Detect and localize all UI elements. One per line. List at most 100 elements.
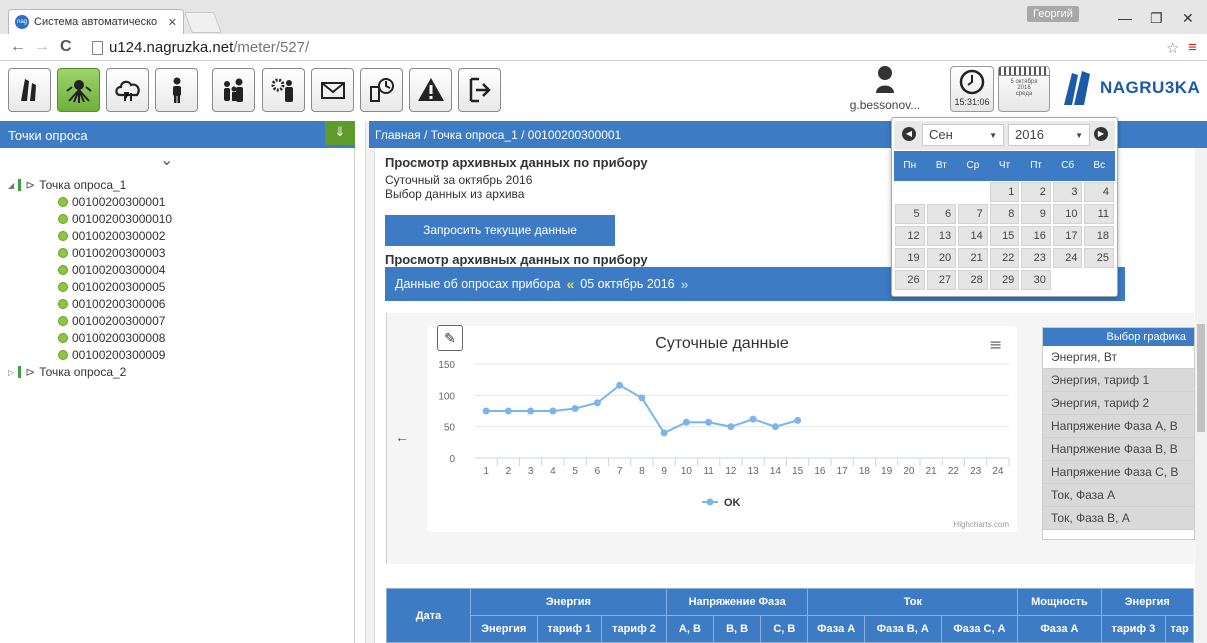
- tree-node-group[interactable]: ◢ ⊳ Точка опроса_1: [8, 178, 126, 192]
- col-voltage[interactable]: Напряжение Фаза: [665, 588, 809, 616]
- day-cell[interactable]: 3: [1052, 182, 1083, 202]
- tree-leaf-meter[interactable]: 00100200300006: [58, 297, 165, 311]
- day-cell[interactable]: 5: [895, 204, 925, 224]
- day-cell[interactable]: 12: [895, 226, 925, 246]
- settings-people-icon[interactable]: [262, 68, 305, 112]
- day-cell[interactable]: 13: [926, 226, 957, 246]
- url-field[interactable]: u124.nagruzka.net/meter/527/: [92, 37, 1172, 58]
- day-cell[interactable]: 29: [989, 270, 1020, 290]
- next-date-icon[interactable]: »: [681, 276, 689, 292]
- day-cell[interactable]: 26: [895, 270, 925, 290]
- chart-menu-icon[interactable]: ≡: [989, 335, 1002, 354]
- collapse-chevron-icon[interactable]: ⌄: [160, 150, 173, 170]
- graph-option[interactable]: Напряжение Фаза А, В: [1043, 415, 1194, 438]
- col-energy-2[interactable]: Энергия: [1100, 588, 1195, 616]
- graph-option[interactable]: Напряжение Фаза В, В: [1043, 438, 1194, 461]
- tree-leaf-meter[interactable]: 00100200300002: [58, 229, 165, 243]
- day-cell[interactable]: 19: [895, 248, 925, 268]
- day-cell[interactable]: 28: [958, 270, 988, 290]
- calendar-button[interactable]: 5 октября 2016 среда: [998, 66, 1050, 112]
- day-cell[interactable]: 17: [1052, 226, 1083, 246]
- col-date[interactable]: Дата: [386, 588, 471, 643]
- day-cell[interactable]: 22: [989, 248, 1020, 268]
- graph-option[interactable]: Энергия, тариф 1: [1043, 369, 1194, 392]
- restore-icon[interactable]: ❐: [1150, 10, 1163, 27]
- forward-icon[interactable]: →: [34, 38, 50, 56]
- day-cell[interactable]: 4: [1084, 182, 1115, 202]
- day-cell[interactable]: 2: [1021, 182, 1051, 202]
- day-cell[interactable]: 30: [1021, 270, 1051, 290]
- subcolumn-header[interactable]: А, В: [665, 615, 715, 643]
- people-icon[interactable]: [212, 68, 255, 112]
- day-cell[interactable]: 21: [958, 248, 988, 268]
- day-cell[interactable]: 14: [958, 226, 988, 246]
- report-icon[interactable]: [360, 68, 403, 112]
- day-cell[interactable]: 20: [926, 248, 957, 268]
- subcolumn-header[interactable]: Энергия: [470, 615, 538, 643]
- network-icon[interactable]: [57, 68, 100, 112]
- new-tab-button[interactable]: [184, 12, 222, 33]
- subcolumn-header[interactable]: В, В: [713, 615, 762, 643]
- subcolumn-header[interactable]: тариф 2: [601, 615, 667, 643]
- graph-option[interactable]: Энергия, Вт: [1043, 346, 1194, 369]
- day-cell[interactable]: 25: [1084, 248, 1115, 268]
- datepicker-next-icon[interactable]: ▶: [1094, 127, 1108, 141]
- edit-pencil-icon[interactable]: ✎: [437, 325, 463, 351]
- graph-option[interactable]: Напряжение Фаза С, В: [1043, 461, 1194, 484]
- browser-user-chip[interactable]: Георгий: [1027, 6, 1079, 22]
- day-cell[interactable]: 18: [1084, 226, 1115, 246]
- minimize-icon[interactable]: —: [1118, 10, 1132, 26]
- bookmark-star-icon[interactable]: ☆: [1166, 39, 1179, 57]
- chart-back-arrow-icon[interactable]: ←: [395, 429, 409, 445]
- user-profile[interactable]: g.bessonov...: [840, 65, 930, 112]
- browser-menu-icon[interactable]: ≡: [1188, 39, 1197, 56]
- collapse-icon[interactable]: ◢: [8, 181, 14, 190]
- subcolumn-header[interactable]: Фаза В, А: [863, 615, 942, 643]
- col-power[interactable]: Мощность: [1017, 588, 1102, 616]
- tree-node-group[interactable]: ▷ ⊳ Точка опроса_2: [8, 365, 126, 379]
- vertical-scrollbar[interactable]: [1195, 148, 1207, 643]
- meter-icon[interactable]: [8, 68, 51, 112]
- year-select[interactable]: 2016 ▼: [1008, 124, 1090, 146]
- day-cell[interactable]: 15: [989, 226, 1020, 246]
- day-cell[interactable]: 24: [1052, 248, 1083, 268]
- exit-icon[interactable]: [458, 68, 501, 112]
- panel-splitter[interactable]: [365, 121, 375, 643]
- back-icon[interactable]: ←: [10, 38, 26, 56]
- subcolumn-header[interactable]: тариф 1: [536, 615, 603, 643]
- person-icon[interactable]: [155, 68, 198, 112]
- graph-option[interactable]: Энергия, тариф 2: [1043, 392, 1194, 415]
- day-cell[interactable]: 9: [1021, 204, 1051, 224]
- day-cell[interactable]: 10: [1052, 204, 1083, 224]
- mail-icon[interactable]: [311, 68, 354, 112]
- subcolumn-header[interactable]: тар: [1165, 615, 1194, 643]
- col-current[interactable]: Ток: [807, 588, 1019, 616]
- day-cell[interactable]: 6: [926, 204, 957, 224]
- scroll-thumb[interactable]: [1197, 324, 1205, 432]
- day-cell[interactable]: 16: [1021, 226, 1051, 246]
- graph-option[interactable]: Ток, Фаза А: [1043, 484, 1194, 507]
- month-select[interactable]: Сен ▼: [922, 124, 1004, 146]
- tree-leaf-meter[interactable]: 00100200300007: [58, 314, 165, 328]
- subcolumn-header[interactable]: Фаза А: [807, 615, 865, 643]
- day-cell[interactable]: 1: [989, 182, 1020, 202]
- reload-icon[interactable]: C: [60, 38, 72, 56]
- browser-tab[interactable]: nag Система автоматическо ✕: [8, 9, 184, 34]
- day-cell[interactable]: 8: [989, 204, 1020, 224]
- tree-leaf-meter[interactable]: 00100200300008: [58, 331, 165, 345]
- expand-icon[interactable]: ▷: [8, 368, 14, 377]
- warning-icon[interactable]: [409, 68, 452, 112]
- clock-button[interactable]: 15:31:06: [950, 66, 994, 112]
- subcolumn-header[interactable]: тариф 3: [1100, 615, 1167, 643]
- tree-leaf-meter[interactable]: 00100200300001: [58, 195, 165, 209]
- subcolumn-header[interactable]: С, В: [760, 615, 809, 643]
- graph-option[interactable]: Ток, Фаза В, А: [1043, 507, 1194, 530]
- date-bar-date[interactable]: 05 октябрь 2016: [580, 277, 674, 291]
- prev-date-icon[interactable]: «: [567, 276, 575, 292]
- tab-close-icon[interactable]: ✕: [168, 16, 177, 29]
- tree-leaf-meter[interactable]: 00100200300004: [58, 263, 165, 277]
- subcolumn-header[interactable]: Фаза С, А: [940, 615, 1019, 643]
- tree-leaf-meter[interactable]: 00100200300005: [58, 280, 165, 294]
- tree-leaf-meter[interactable]: 00100200300009: [58, 348, 165, 362]
- subcolumn-header[interactable]: Фаза А: [1017, 615, 1102, 643]
